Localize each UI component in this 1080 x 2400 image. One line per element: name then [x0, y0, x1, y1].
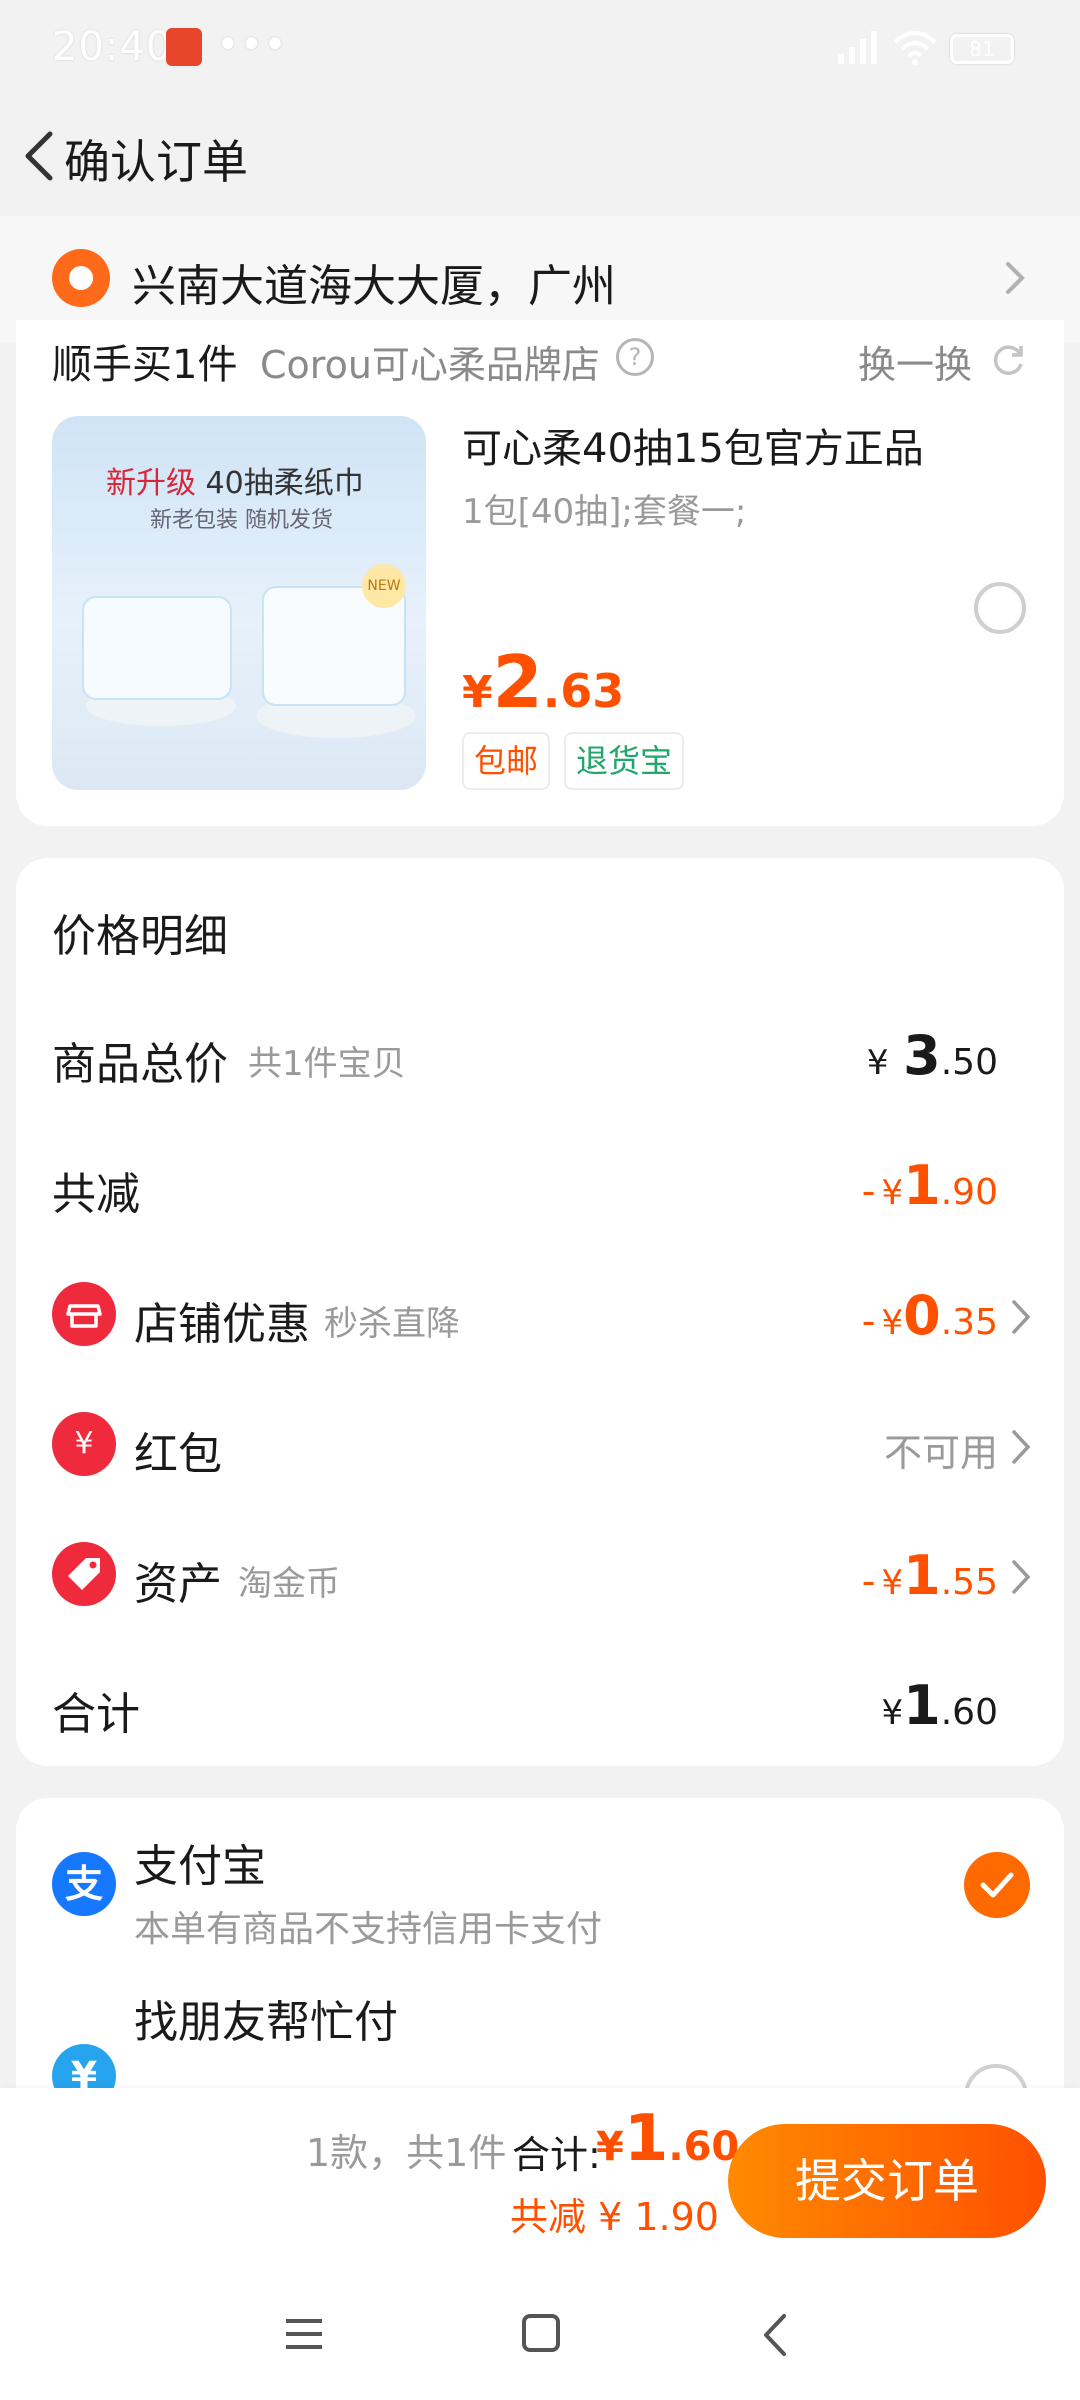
store-icon — [52, 1282, 116, 1346]
product-image[interactable]: 新升级 40抽柔纸巾 新老包装 随机发货 NEW — [52, 416, 426, 790]
location-pin-icon — [52, 249, 110, 307]
goods-total-label: 商品总价 — [52, 1039, 228, 1090]
status-time: 20:40 — [52, 24, 173, 70]
back-arrow-icon[interactable] — [16, 124, 64, 188]
payment-method-card: 支 支付宝 本单有商品不支持信用卡支付 ¥ 找朋友帮忙付 — [16, 1798, 1064, 2098]
chevron-right-icon — [1012, 1560, 1031, 1594]
swap-button[interactable]: 换一换 — [858, 334, 972, 389]
product-price: ¥2.63 — [462, 640, 625, 724]
signal-icon — [838, 31, 877, 64]
reduction-value: - ¥1.90 — [861, 1154, 998, 1217]
tissue-pack-old — [82, 596, 232, 700]
total-label: 合计 — [52, 1689, 140, 1740]
alipay-name: 支付宝 — [134, 1841, 266, 1892]
product-image-slogan: 新升级 40抽柔纸巾 — [106, 466, 364, 501]
chevron-right-icon — [1012, 1300, 1031, 1334]
home-icon[interactable] — [522, 2314, 560, 2352]
chevron-right-icon — [1012, 1430, 1031, 1464]
product-image-subtitle: 新老包装 随机发货 — [150, 508, 333, 533]
assets-value: - ¥1.55 — [861, 1544, 998, 1607]
alipay-icon: 支 — [52, 1852, 116, 1916]
checkout-bar: 1款，共1件 合计: ¥1.60 共减 ¥ 1.90 提交订单 — [0, 2088, 1080, 2270]
product-spec: 1包[40抽];套餐一; — [462, 492, 747, 532]
assets-label: 资产 — [134, 1559, 222, 1610]
total-amount: ¥1.60 — [596, 2102, 740, 2176]
total-label: 合计: — [512, 2133, 601, 2177]
wifi-icon — [893, 31, 937, 65]
red-packet-label: 红包 — [134, 1429, 222, 1480]
red-packet-value: 不可用 — [883, 1431, 998, 1475]
store-discount-label: 店铺优惠 — [134, 1299, 310, 1350]
help-icon[interactable]: ? — [616, 338, 654, 376]
battery-icon: 81 — [950, 34, 1014, 64]
more-notifications-icon: ••• — [216, 22, 287, 68]
alipay-note: 本单有商品不支持信用卡支付 — [134, 1909, 603, 1950]
status-bar: 20:40 ••• 81 — [0, 0, 1080, 96]
goods-count-hint: 共1件宝贝 — [248, 1044, 406, 1084]
assets-row[interactable]: 资产 淘金币 - ¥1.55 — [16, 1526, 1064, 1626]
red-packet-row[interactable]: ¥ 红包 不可用 — [16, 1396, 1064, 1496]
return-insurance-tag: 退货宝 — [564, 732, 685, 790]
reduction-row: 共减 - ¥1.90 — [16, 1136, 1064, 1236]
price-detail-title: 价格明细 — [52, 911, 228, 962]
flash-sale-hint: 秒杀直降 — [324, 1304, 460, 1344]
total-value: ¥1.60 — [881, 1674, 998, 1737]
system-navigation-bar — [0, 2270, 1080, 2400]
alipay-option[interactable]: 支 支付宝 本单有商品不支持信用卡支付 — [16, 1798, 1064, 1950]
friend-pay-option[interactable]: ¥ 找朋友帮忙付 — [16, 1994, 1064, 2098]
product-name[interactable]: 可心柔40抽15包官方正品 — [462, 416, 924, 474]
goods-total-value: ¥ 3.50 — [866, 1024, 998, 1087]
item-count: 1款，共1件 — [306, 2131, 507, 2175]
back-icon[interactable] — [760, 2312, 790, 2358]
coupon-tag-icon — [52, 1542, 116, 1606]
new-badge: NEW — [362, 564, 406, 608]
total-row: 合计 ¥1.60 — [16, 1656, 1064, 1756]
page-title: 确认订单 — [64, 135, 248, 189]
taobao-notification-icon — [166, 28, 202, 66]
refresh-icon[interactable] — [990, 342, 1026, 378]
chevron-right-icon — [1006, 262, 1025, 294]
store-discount-row[interactable]: 店铺优惠 秒杀直降 - ¥0.35 — [16, 1266, 1064, 1366]
price-detail-card: 价格明细 商品总价 共1件宝贝 ¥ 3.50 共减 - ¥1.90 店铺优惠 秒杀… — [16, 858, 1064, 1766]
store-name[interactable]: Corou可心柔品牌店 — [260, 334, 600, 389]
selected-check-icon[interactable] — [964, 1852, 1030, 1918]
addon-heading: 顺手买1件 — [52, 342, 238, 388]
address-text: 兴南大道海大大厦，广州 — [132, 261, 616, 312]
page-header: 确认订单 — [0, 96, 1080, 216]
addon-product-card: 顺手买1件 Corou可心柔品牌店 ? 换一换 新升级 40抽柔纸巾 新老包装 … — [16, 320, 1064, 826]
reduction-label: 共减 — [52, 1169, 140, 1220]
free-shipping-tag: 包邮 — [462, 732, 551, 790]
saved-amount: 共减 ¥ 1.90 — [510, 2195, 719, 2239]
friend-pay-name: 找朋友帮忙付 — [134, 1997, 398, 2048]
submit-order-button[interactable]: 提交订单 — [728, 2124, 1046, 2238]
store-discount-value: - ¥0.35 — [861, 1284, 998, 1347]
red-packet-icon: ¥ — [52, 1412, 116, 1476]
menu-icon[interactable] — [284, 2316, 324, 2352]
goods-total-row: 商品总价 共1件宝贝 ¥ 3.50 — [16, 1006, 1064, 1106]
addon-select-radio[interactable] — [974, 582, 1026, 634]
taojinbi-hint: 淘金币 — [238, 1564, 340, 1604]
